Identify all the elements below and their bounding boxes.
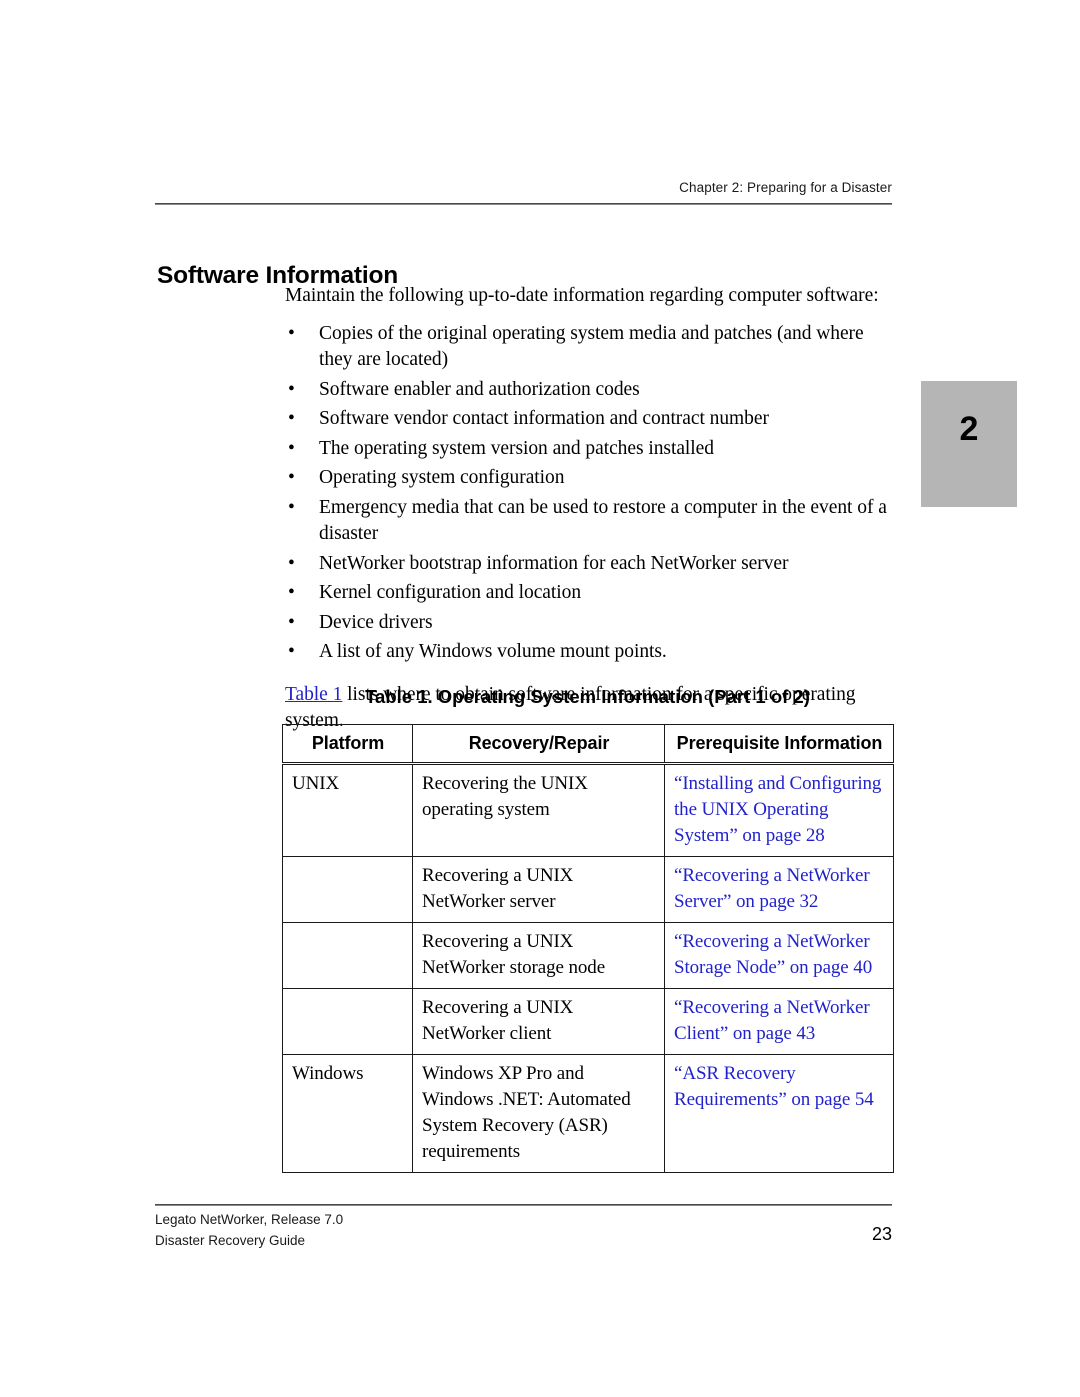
cell-platform <box>282 988 413 1055</box>
table-row: Recovering a UNIX NetWorker server “Reco… <box>282 856 894 923</box>
bullet-icon: • <box>288 467 295 488</box>
running-header: Chapter 2: Preparing for a Disaster <box>679 180 892 195</box>
bullet-icon: • <box>288 378 295 400</box>
column-header-prerequisite-information: Prerequisite Information <box>664 724 894 765</box>
cell-prerequisite-link[interactable]: “Recovering a NetWorker Server” on page … <box>664 856 894 923</box>
footer-line-2: Disaster Recovery Guide <box>155 1233 306 1248</box>
footer-line-1: Legato NetWorker, Release 7.0 <box>155 1212 344 1227</box>
list-item-label: NetWorker bootstrap information for each… <box>319 552 789 574</box>
list-item-label: Software enabler and authorization codes <box>319 378 640 400</box>
cell-recovery: Recovering a UNIX NetWorker client <box>412 988 665 1055</box>
list-item-label: A list of any Windows volume mount point… <box>319 641 667 662</box>
table-row: Recovering a UNIX NetWorker client “Reco… <box>282 988 894 1055</box>
list-item-label: Emergency media that can be used to rest… <box>319 496 887 545</box>
list-item-label: Software vendor contact information and … <box>319 408 769 429</box>
list-item-label: Operating system configuration <box>319 467 565 488</box>
list-item-label: The operating system version and patches… <box>319 437 714 459</box>
cell-prerequisite-link[interactable]: “Recovering a NetWorker Client” on page … <box>664 988 894 1055</box>
table-header-row: Platform Recovery/Repair Prerequisite In… <box>282 724 894 765</box>
operating-system-information-table: Platform Recovery/Repair Prerequisite In… <box>282 724 894 1173</box>
column-header-platform: Platform <box>282 724 413 765</box>
cell-prerequisite-link[interactable]: “Recovering a NetWorker Storage Node” on… <box>664 922 894 989</box>
list-item: • Kernel configuration and location <box>285 580 895 607</box>
chapter-tab-marker: 2 <box>921 381 1017 507</box>
list-item-label: Device drivers <box>319 611 433 633</box>
cell-prerequisite-link[interactable]: “Installing and Configuring the UNIX Ope… <box>664 763 894 857</box>
cell-platform: Windows <box>282 1054 413 1173</box>
chapter-tab-number: 2 <box>959 410 979 448</box>
bullet-icon: • <box>288 611 295 633</box>
bullet-icon: • <box>288 641 295 662</box>
table-row: UNIX Recovering the UNIX operating syste… <box>282 763 894 857</box>
body-content: Maintain the following up-to-date inform… <box>285 283 895 735</box>
table-caption: Table 1. Operating System Information (P… <box>365 686 810 707</box>
cell-prerequisite-link[interactable]: “ASR Recovery Requirements” on page 54 <box>664 1054 894 1173</box>
bullet-icon: • <box>288 552 295 574</box>
cell-recovery: Recovering the UNIX operating system <box>412 763 665 857</box>
list-item: • Operating system configuration <box>285 465 895 492</box>
list-item: • A list of any Windows volume mount poi… <box>285 639 895 666</box>
cell-recovery: Windows XP Pro and Windows .NET: Automat… <box>412 1054 665 1173</box>
list-item: • Device drivers <box>285 610 895 637</box>
cell-recovery: Recovering a UNIX NetWorker server <box>412 856 665 923</box>
table-row: Recovering a UNIX NetWorker storage node… <box>282 922 894 989</box>
list-item: • Software vendor contact information an… <box>285 406 895 433</box>
cell-platform <box>282 856 413 923</box>
header-divider <box>155 203 892 205</box>
footer-divider <box>155 1204 892 1206</box>
cell-recovery: Recovering a UNIX NetWorker storage node <box>412 922 665 989</box>
bullet-icon: • <box>288 322 295 344</box>
document-page: Chapter 2: Preparing for a Disaster 2 So… <box>0 0 1080 1397</box>
bullet-icon: • <box>288 408 295 429</box>
list-item: • NetWorker bootstrap information for ea… <box>285 551 895 578</box>
column-header-recovery-repair: Recovery/Repair <box>412 724 665 765</box>
list-item: • Software enabler and authorization cod… <box>285 377 895 404</box>
bullet-icon: • <box>288 496 295 518</box>
bullet-icon: • <box>288 437 295 459</box>
list-item: • The operating system version and patch… <box>285 436 895 463</box>
list-item: • Emergency media that can be used to re… <box>285 495 895 548</box>
footer-product-info: Legato NetWorker, Release 7.0 Disaster R… <box>155 1209 343 1251</box>
table-row: Windows Windows XP Pro and Windows .NET:… <box>282 1054 894 1173</box>
bullet-icon: • <box>288 582 295 603</box>
list-item: • Copies of the original operating syste… <box>285 321 895 374</box>
page-number: 23 <box>871 1224 892 1244</box>
intro-paragraph: Maintain the following up-to-date inform… <box>285 285 879 306</box>
cell-platform <box>282 922 413 989</box>
list-item-label: Kernel configuration and location <box>319 582 582 603</box>
list-item-label: Copies of the original operating system … <box>319 322 864 371</box>
cell-platform: UNIX <box>282 763 413 857</box>
software-info-bullet-list: • Copies of the original operating syste… <box>285 321 895 666</box>
